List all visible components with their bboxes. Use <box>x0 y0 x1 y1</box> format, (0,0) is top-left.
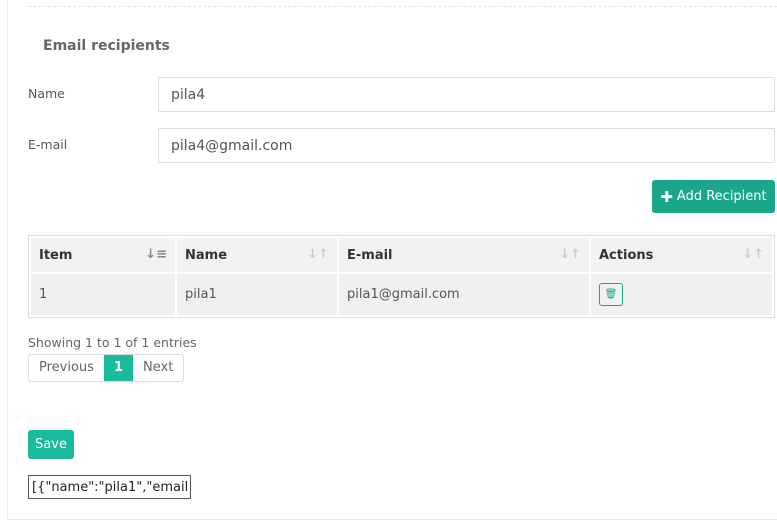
column-header-name[interactable]: Name ↓↑ <box>177 238 337 272</box>
sort-icon: ↓↑ <box>559 247 581 262</box>
recipients-table: Item ↓≡ Name ↓↑ E-mail ↓↑ Actions ↓↑ 1 pila1… <box>28 235 775 318</box>
email-input[interactable] <box>158 128 775 163</box>
column-header-email[interactable]: E-mail ↓↑ <box>339 238 589 272</box>
name-input[interactable] <box>158 77 775 112</box>
page-1-button[interactable]: 1 <box>103 355 133 381</box>
plus-icon: ✚ <box>660 187 673 206</box>
column-header-actions[interactable]: Actions ↓↑ <box>591 238 772 272</box>
cell-actions: 🗑 <box>591 274 772 315</box>
next-button[interactable]: Next <box>133 355 183 381</box>
cell-name: pila1 <box>177 274 337 315</box>
cell-item: 1 <box>31 274 175 315</box>
column-header-item[interactable]: Item ↓≡ <box>31 238 175 272</box>
name-label: Name <box>28 86 65 101</box>
section-title: Email recipients <box>43 38 170 54</box>
sort-asc-icon: ↓≡ <box>145 247 167 262</box>
trash-icon: 🗑 <box>604 289 618 300</box>
previous-button[interactable]: Previous <box>29 355 104 381</box>
sort-icon: ↓↑ <box>307 247 329 262</box>
sort-icon: ↓↑ <box>742 247 764 262</box>
table-row: 1 pila1 pila1@gmail.com 🗑 <box>31 274 772 315</box>
email-label: E-mail <box>28 137 68 152</box>
delete-button[interactable]: 🗑 <box>599 283 623 306</box>
divider <box>28 6 777 7</box>
recipients-json-field[interactable] <box>28 475 191 499</box>
pagination: Previous 1 Next <box>28 354 185 382</box>
cell-email: pila1@gmail.com <box>339 274 589 315</box>
table-info: Showing 1 to 1 of 1 entries <box>28 335 197 350</box>
add-recipient-button[interactable]: ✚ Add Recipient <box>652 180 775 213</box>
save-button[interactable]: Save <box>28 430 74 459</box>
